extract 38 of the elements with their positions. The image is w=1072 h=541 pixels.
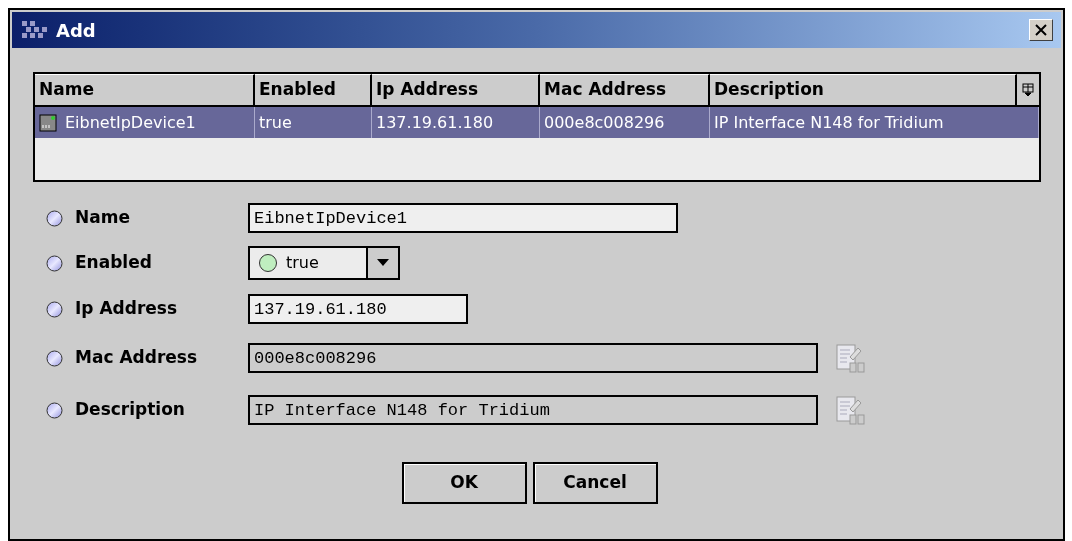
column-header[interactable]: Ip Address bbox=[372, 74, 540, 105]
field-label: Mac Address bbox=[75, 346, 198, 370]
status-circle-icon bbox=[46, 349, 63, 367]
app-dots-icon bbox=[20, 19, 48, 41]
status-circle-icon bbox=[46, 401, 63, 419]
close-icon bbox=[1035, 24, 1047, 36]
window-title: Add bbox=[56, 18, 97, 43]
column-header[interactable]: Name bbox=[35, 74, 255, 105]
cell-text: EibnetIpDevice1 bbox=[65, 111, 196, 134]
field-label: Ip Address bbox=[75, 297, 178, 321]
dialog-button[interactable]: Cancel bbox=[532, 462, 658, 504]
dropdown-value: true bbox=[286, 252, 319, 274]
column-header[interactable]: Enabled bbox=[255, 74, 372, 105]
device-icon bbox=[39, 113, 57, 132]
status-circle-icon bbox=[46, 300, 63, 318]
dialog-button[interactable]: OK bbox=[401, 462, 527, 504]
status-circle-icon bbox=[46, 209, 63, 227]
table-menu-icon bbox=[1022, 82, 1034, 97]
field-label: Name bbox=[75, 206, 130, 230]
text-field[interactable]: 137.19.61.180 bbox=[248, 294, 468, 324]
cell-text: IP Interface N148 for Tridium bbox=[714, 111, 944, 134]
caret-icon bbox=[377, 259, 389, 267]
enabled-dropdown[interactable]: true bbox=[248, 246, 400, 280]
column-chooser-button[interactable] bbox=[1017, 74, 1039, 105]
cell-text: 137.19.61.180 bbox=[376, 111, 494, 134]
text-field[interactable]: IP Interface N148 for Tridium bbox=[248, 395, 818, 425]
field-label: Description bbox=[75, 398, 185, 422]
cell-text: true bbox=[259, 111, 292, 134]
close-button[interactable] bbox=[1029, 19, 1053, 41]
text-field[interactable]: 000e8c008296 bbox=[248, 343, 818, 373]
state-indicator-icon bbox=[258, 253, 278, 273]
field-label: Enabled bbox=[75, 251, 152, 275]
cell-text: 000e8c008296 bbox=[544, 111, 665, 134]
column-header[interactable]: Mac Address bbox=[540, 74, 710, 105]
column-header[interactable]: Description bbox=[710, 74, 1017, 105]
text-field[interactable]: EibnetIpDevice1 bbox=[248, 203, 678, 233]
status-circle-icon bbox=[46, 254, 63, 272]
table-row[interactable]: EibnetIpDevice1 true 137.19.61.180 000e8c008296 IP Interface N148 for Tridium bbox=[35, 107, 1039, 138]
